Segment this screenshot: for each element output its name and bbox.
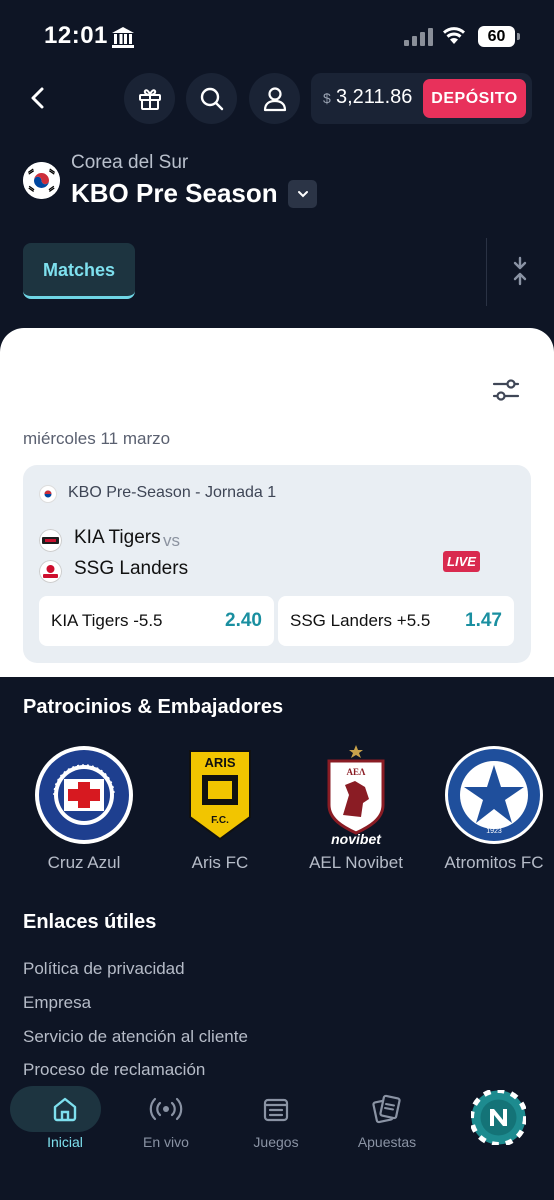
tab-divider [486,238,487,306]
sponsor-name: Atromitos FC [444,853,544,872]
cruz-azul-logo-icon [35,746,133,844]
svg-text:ARIS: ARIS [204,755,235,770]
nav-home[interactable]: Inicial [10,1086,115,1150]
svg-text:ΑΕΛ: ΑΕΛ [347,767,367,777]
nav-label: Inicial [47,1134,83,1150]
bank-icon [112,27,134,48]
link-company[interactable]: Empresa [23,993,91,1013]
kia-tigers-logo-icon [39,529,62,552]
nav-games[interactable]: Juegos [226,1088,326,1150]
gift-button[interactable] [124,73,175,124]
aris-fc-logo-icon: ARIS F.C. [189,750,251,841]
south-korea-flag-icon [23,162,60,199]
balance-amount: 3,211.86 [336,86,413,108]
sponsor-name: Aris FC [191,853,249,872]
search-button[interactable] [186,73,237,124]
link-privacy-policy[interactable]: Política de privacidad [23,959,185,979]
ssg-landers-logo-icon [39,560,62,583]
balance-currency: $ [323,90,331,106]
novibet-chip-icon[interactable] [471,1090,526,1145]
deposit-button[interactable]: DEPÓSITO [423,79,526,118]
odds-value: 2.40 [225,610,262,631]
ael-novibet-logo-icon: ΑΕΛ novibet [327,745,385,845]
odds-button-away[interactable]: SSG Landers +5.5 1.47 [278,596,514,646]
sponsor-cruz-azul[interactable]: Cruz Azul [24,745,144,873]
profile-button[interactable] [249,73,300,124]
odds-value: 1.47 [465,610,502,631]
nav-label: En vivo [143,1134,189,1150]
match-date: miércoles 11 marzo [23,429,171,448]
odds-button-home[interactable]: KIA Tigers -5.5 2.40 [39,596,274,646]
collapse-icon[interactable] [508,256,532,286]
cellular-signal-icon [404,28,433,46]
nav-bets[interactable]: Apuestas [337,1088,437,1150]
nav-label: Juegos [253,1134,299,1150]
sponsor-name: Cruz Azul [47,853,121,872]
nav-live[interactable]: En vivo [116,1088,216,1150]
search-icon [200,87,223,110]
away-team-name: SSG Landers [74,558,189,579]
league-title: KBO Pre Season [71,178,278,208]
sponsor-aris-fc[interactable]: ARIS F.C. Aris FC [160,745,280,873]
status-time: 12:01 [44,22,108,49]
live-broadcast-icon [149,1097,183,1121]
sponsors-title: Patrocinios & Embajadores [23,696,284,718]
user-icon [263,86,286,111]
atromitos-fc-logo-icon: 1923 [445,746,543,844]
svg-text:1923: 1923 [486,828,502,835]
useful-links-title: Enlaces útiles [23,911,157,933]
balance-widget[interactable]: $ 3,211.86 DEPÓSITO [311,73,532,124]
odds-label: SSG Landers +5.5 [290,611,431,630]
link-claims-process[interactable]: Proceso de reclamación [23,1060,205,1080]
league-dropdown-button[interactable] [288,180,317,208]
battery-indicator: 60 [478,26,520,47]
sponsor-name: AEL Novibet [309,853,403,872]
svg-text:novibet: novibet [331,831,382,845]
odds-label: KIA Tigers -5.5 [51,611,163,630]
filter-sliders-icon[interactable] [490,374,522,406]
nav-label: Apuestas [357,1134,417,1150]
match-card[interactable]: KBO Pre-Season - Jornada 1 KIA Tigers vs… [23,465,531,663]
south-korea-flag-icon [39,485,57,503]
vs-label: vs [163,531,180,550]
home-icon [53,1097,77,1122]
chevron-down-icon [297,191,308,198]
country-name: Corea del Sur [71,152,189,173]
gift-icon [138,88,161,110]
live-badge: LIVE [443,551,480,572]
back-arrow-icon[interactable] [22,82,54,114]
sponsor-atromitos-fc[interactable]: 1923 Atromitos FC [434,745,554,873]
wifi-icon [443,27,465,44]
link-customer-service[interactable]: Servicio de atención al cliente [23,1027,248,1047]
competition-title: KBO Pre-Season - Jornada 1 [68,484,277,501]
sponsor-ael-novibet[interactable]: ΑΕΛ novibet AEL Novibet [296,745,416,873]
games-icon [263,1098,289,1122]
bets-icon [372,1094,401,1124]
tab-matches[interactable]: Matches [23,243,135,299]
home-team-name: KIA Tigers [74,527,161,548]
svg-text:F.C.: F.C. [211,815,229,826]
status-bar: 12:01 60 [0,0,554,70]
